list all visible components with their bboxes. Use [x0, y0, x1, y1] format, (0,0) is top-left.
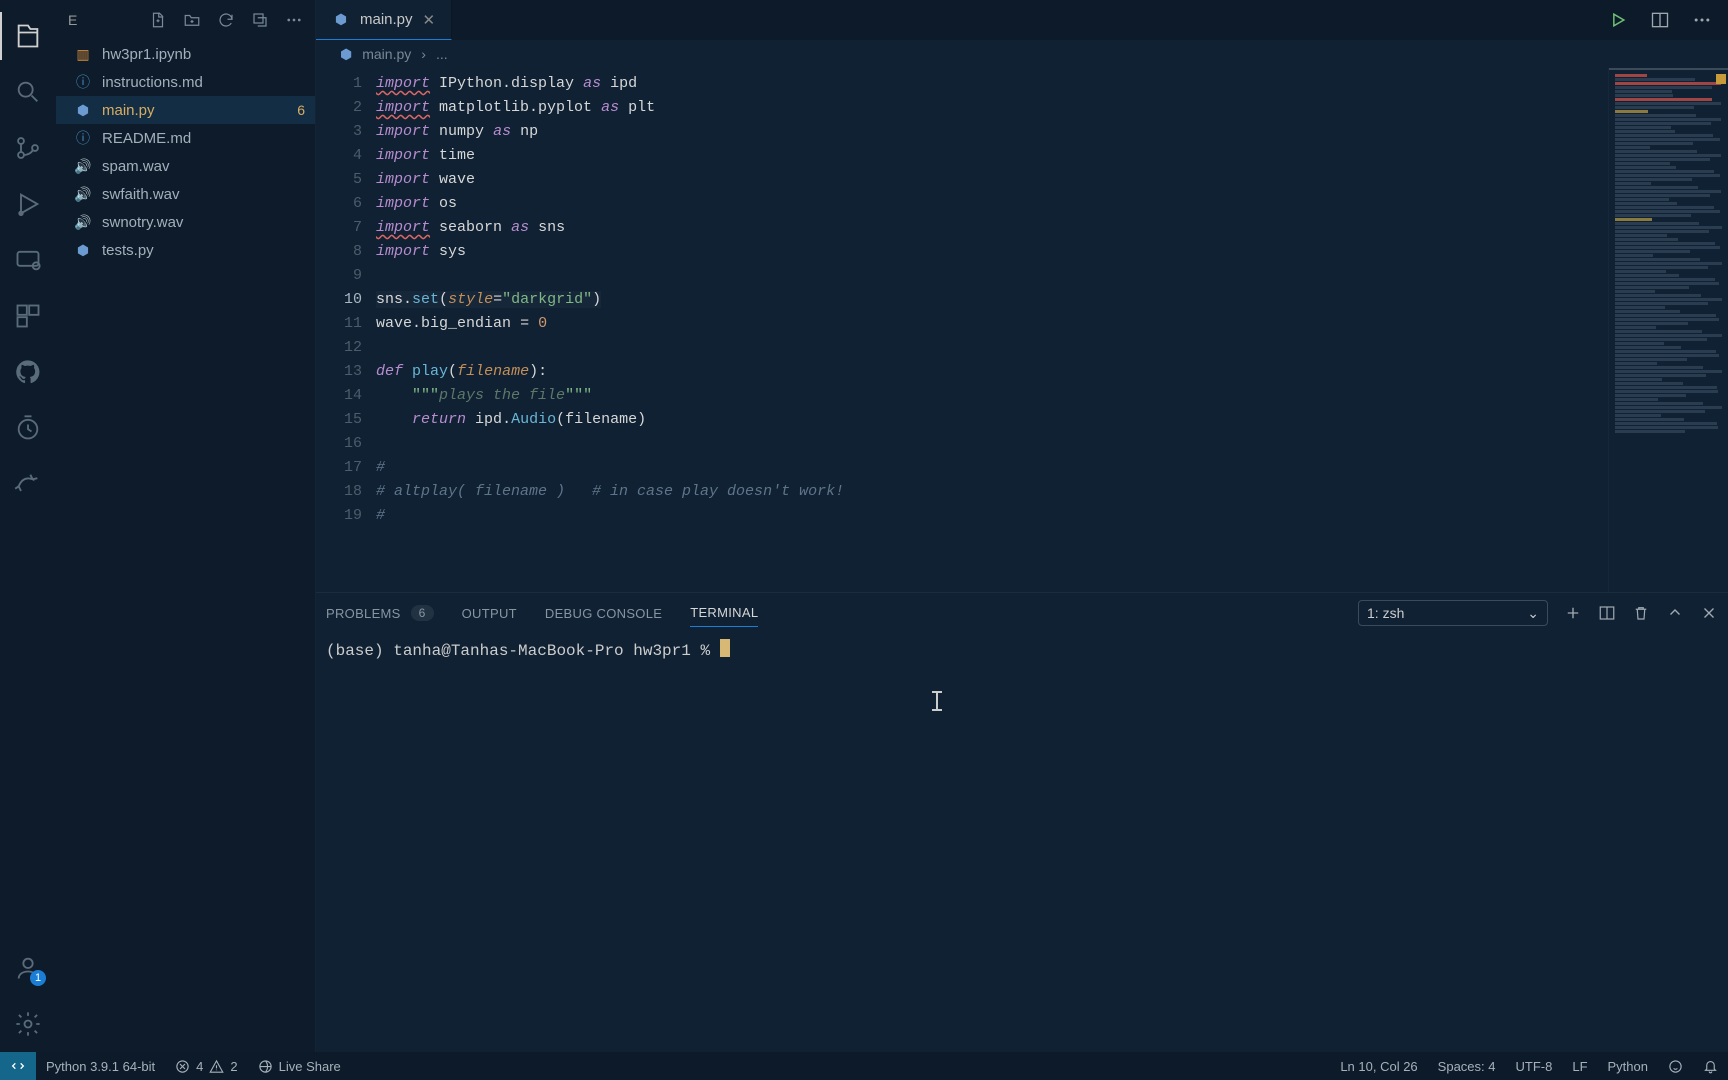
status-bar: Python 3.9.1 64-bit 4 2 Live Share Ln 10… — [0, 1052, 1728, 1080]
file-row[interactable]: ⬢ tests.py — [56, 236, 315, 264]
panel-tab-problems[interactable]: PROBLEMS 6 — [326, 605, 434, 621]
editor-area: ⬢ main.py ✕ ⬢ main.py › ... 123456789101… — [316, 0, 1728, 1052]
audio-icon: 🔊 — [74, 214, 92, 231]
close-panel-icon[interactable] — [1700, 604, 1718, 622]
file-problems-badge: 6 — [297, 102, 305, 118]
refresh-icon[interactable] — [217, 11, 235, 29]
editor-tab[interactable]: ⬢ main.py ✕ — [316, 0, 452, 40]
terminal-prompt: (base) tanha@Tanhas-MacBook-Pro hw3pr1 % — [326, 639, 1718, 660]
audio-icon: 🔊 — [74, 158, 92, 175]
line-number-gutter: 12345678910111213141516171819 — [316, 68, 376, 592]
run-icon[interactable] — [1608, 10, 1628, 30]
file-name: swnotry.wav — [102, 214, 183, 231]
maximize-panel-icon[interactable] — [1666, 604, 1684, 622]
python-icon: ⬢ — [74, 242, 92, 259]
file-row[interactable]: 🔊 swfaith.wav — [56, 180, 315, 208]
more-actions-icon[interactable] — [1692, 10, 1712, 30]
activity-bar: 1 — [0, 0, 56, 1052]
file-name: tests.py — [102, 242, 154, 259]
activity-accounts-icon[interactable]: 1 — [0, 940, 56, 996]
file-row[interactable]: 🔊 swnotry.wav — [56, 208, 315, 236]
terminal-body[interactable]: (base) tanha@Tanhas-MacBook-Pro hw3pr1 % — [316, 633, 1728, 1052]
terminal-cursor — [720, 639, 730, 657]
activity-timer-icon[interactable] — [0, 400, 56, 456]
remote-indicator-icon[interactable] — [0, 1052, 36, 1080]
close-icon[interactable]: ✕ — [423, 11, 436, 29]
explorer-file-list: ▥ hw3pr1.ipynb ⓘ instructions.md ⬢ main.py 6 ⓘ R… — [56, 40, 315, 264]
activity-remote-icon[interactable] — [0, 232, 56, 288]
file-name: instructions.md — [102, 74, 203, 91]
problems-count: 6 — [411, 605, 434, 621]
breadcrumb-file: main.py — [362, 46, 411, 62]
file-name: README.md — [102, 130, 191, 147]
panel-tab-terminal[interactable]: TERMINAL — [690, 605, 758, 627]
file-name: main.py — [102, 102, 155, 119]
python-icon: ⬢ — [74, 102, 92, 119]
status-problems[interactable]: 4 2 — [165, 1059, 247, 1074]
file-row[interactable]: ▥ hw3pr1.ipynb — [56, 40, 315, 68]
collapse-icon[interactable] — [251, 11, 269, 29]
split-editor-icon[interactable] — [1650, 10, 1670, 30]
status-language[interactable]: Python — [1598, 1059, 1658, 1074]
file-row[interactable]: ⬢ main.py 6 — [56, 96, 315, 124]
activity-github-icon[interactable] — [0, 344, 56, 400]
status-feedback-icon[interactable] — [1658, 1059, 1693, 1074]
new-file-icon[interactable] — [149, 11, 167, 29]
new-folder-icon[interactable] — [183, 11, 201, 29]
breadcrumb-rest: ... — [436, 46, 448, 62]
panel: PROBLEMS 6 OUTPUT DEBUG CONSOLE TERMINAL… — [316, 592, 1728, 1052]
info-icon: ⓘ — [74, 72, 92, 92]
status-encoding[interactable]: UTF-8 — [1506, 1059, 1563, 1074]
file-row[interactable]: 🔊 spam.wav — [56, 152, 315, 180]
explorer-toolbar: E — [56, 0, 315, 40]
status-bell-icon[interactable] — [1693, 1059, 1728, 1074]
activity-search-icon[interactable] — [0, 64, 56, 120]
file-name: spam.wav — [102, 158, 170, 175]
minimap[interactable] — [1608, 68, 1728, 592]
activity-scm-icon[interactable] — [0, 120, 56, 176]
audio-icon: 🔊 — [74, 186, 92, 203]
split-terminal-icon[interactable] — [1598, 604, 1616, 622]
file-name: swfaith.wav — [102, 186, 180, 203]
info-icon: ⓘ — [74, 128, 92, 148]
code-content[interactable]: import IPython.display as ipdimport matp… — [376, 68, 1608, 592]
chevron-right-icon: › — [421, 46, 426, 62]
status-live-share[interactable]: Live Share — [248, 1059, 351, 1074]
activity-extensions-icon[interactable] — [0, 288, 56, 344]
status-ln-col[interactable]: Ln 10, Col 26 — [1330, 1059, 1427, 1074]
panel-tab-output[interactable]: OUTPUT — [462, 606, 517, 621]
editor-actions — [1592, 0, 1728, 40]
file-row[interactable]: ⓘ README.md — [56, 124, 315, 152]
terminal-selector[interactable]: 1: zsh ⌄ — [1358, 600, 1548, 626]
accounts-badge: 1 — [30, 970, 46, 986]
status-eol[interactable]: LF — [1562, 1059, 1597, 1074]
kill-terminal-icon[interactable] — [1632, 604, 1650, 622]
editor-body[interactable]: 12345678910111213141516171819 import IPy… — [316, 68, 1728, 592]
new-terminal-icon[interactable] — [1564, 604, 1582, 622]
file-name: hw3pr1.ipynb — [102, 46, 191, 63]
breadcrumb[interactable]: ⬢ main.py › ... — [316, 40, 1728, 68]
python-icon: ⬢ — [340, 46, 352, 63]
activity-explorer-icon[interactable] — [0, 8, 56, 64]
activity-share-icon[interactable] — [0, 456, 56, 512]
status-spaces[interactable]: Spaces: 4 — [1428, 1059, 1506, 1074]
chevron-down-icon: ⌄ — [1527, 605, 1539, 622]
panel-tab-debug[interactable]: DEBUG CONSOLE — [545, 606, 662, 621]
file-row[interactable]: ⓘ instructions.md — [56, 68, 315, 96]
activity-settings-icon[interactable] — [0, 996, 56, 1052]
editor-tab-bar: ⬢ main.py ✕ — [316, 0, 1728, 40]
status-python[interactable]: Python 3.9.1 64-bit — [36, 1059, 165, 1074]
more-icon[interactable] — [285, 11, 303, 29]
explorer-sidebar: E ▥ hw3pr1.ipynb ⓘ instructions.md ⬢ main.py 6… — [56, 0, 316, 1052]
python-icon: ⬢ — [332, 11, 350, 28]
notebook-icon: ▥ — [74, 46, 92, 63]
tab-label: main.py — [360, 11, 413, 28]
explorer-label: E — [68, 12, 78, 28]
activity-run-icon[interactable] — [0, 176, 56, 232]
panel-tabs: PROBLEMS 6 OUTPUT DEBUG CONSOLE TERMINAL… — [316, 593, 1728, 633]
text-cursor-icon — [936, 691, 938, 711]
